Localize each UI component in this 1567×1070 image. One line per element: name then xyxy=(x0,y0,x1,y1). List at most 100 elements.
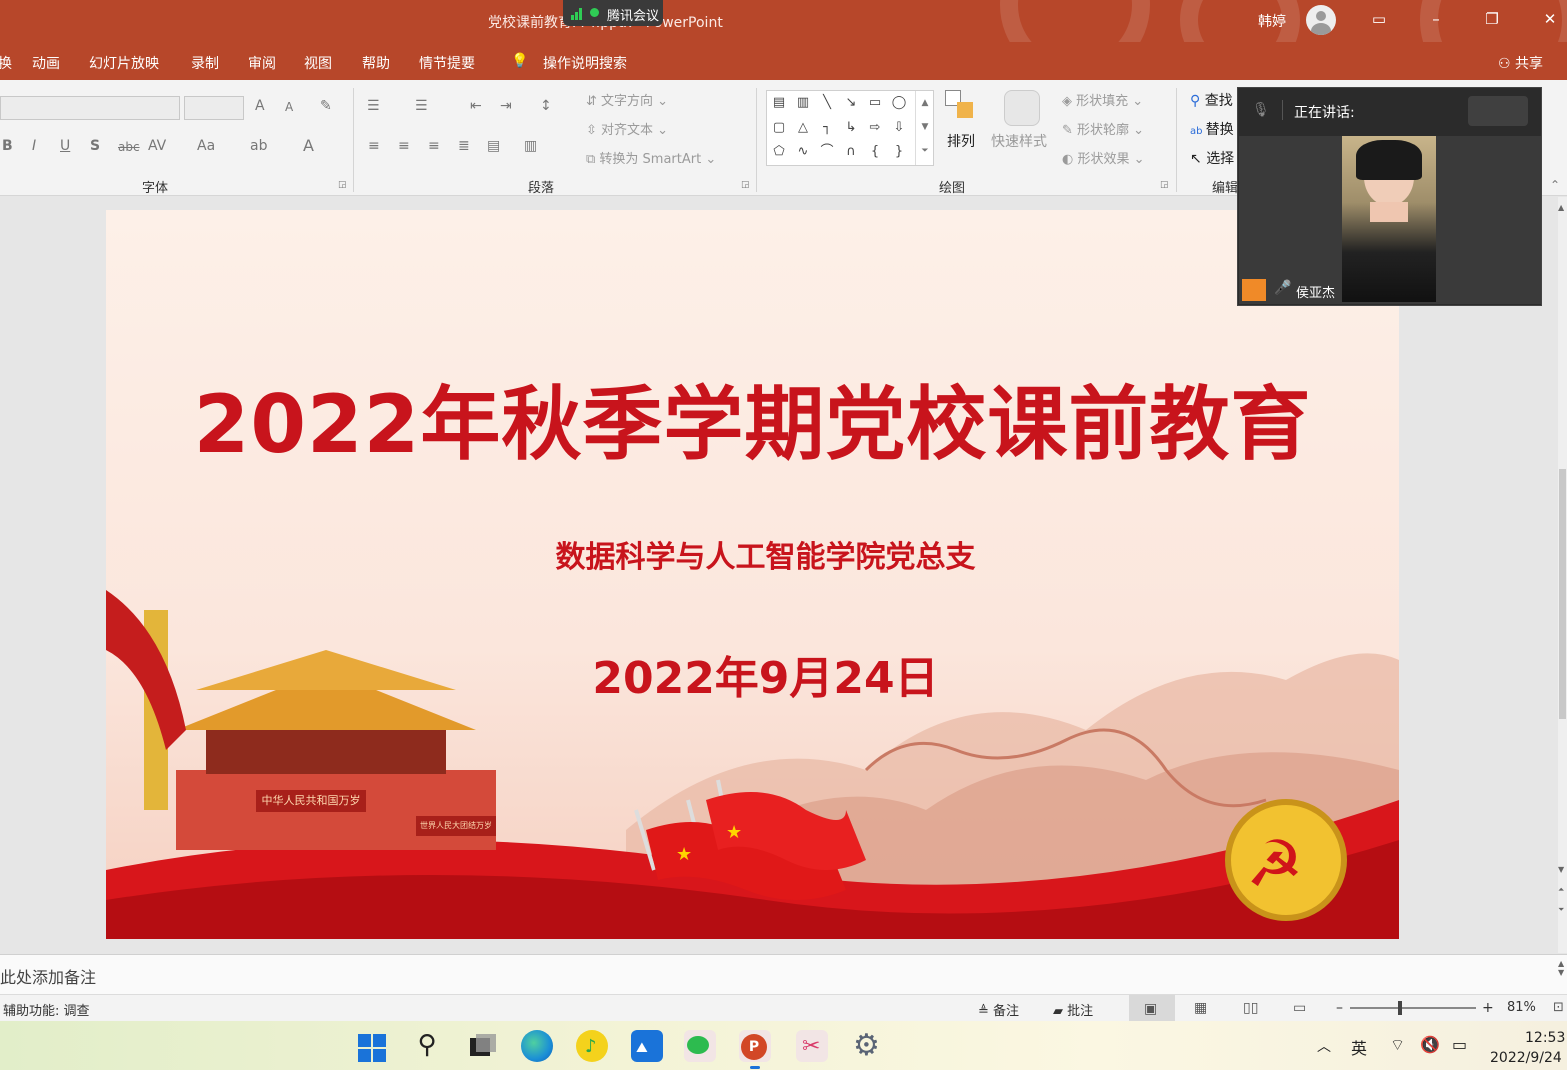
shape-fill-button[interactable]: ◈ 形状填充 ⌄ xyxy=(1062,90,1143,109)
meeting-video-panel[interactable]: 🎙 正在讲话: 🎤 侯亚杰 xyxy=(1237,87,1542,306)
slide-date[interactable]: 2022年9月24日 xyxy=(106,642,1399,706)
dialog-launcher-icon[interactable]: ◲ xyxy=(1160,180,1169,190)
shape-outline-button[interactable]: ✎ 形状轮廓 ⌄ xyxy=(1062,119,1144,138)
arc-shape-icon[interactable]: ⌒ xyxy=(817,143,837,161)
tell-me-search[interactable]: 操作说明搜索 xyxy=(543,53,627,73)
tab-help[interactable]: 帮助 xyxy=(362,53,390,73)
dialog-launcher-icon[interactable]: ◲ xyxy=(338,180,347,190)
font-color-icon[interactable]: A xyxy=(303,136,314,155)
zoom-out-button[interactable]: – xyxy=(1336,1000,1343,1016)
wifi-icon[interactable]: ⌔ xyxy=(1390,1035,1405,1055)
shape-effects-button[interactable]: ◐ 形状效果 ⌄ xyxy=(1062,148,1145,167)
zoom-level[interactable]: 81% xyxy=(1507,1000,1536,1015)
font-name-combo[interactable] xyxy=(0,96,180,120)
powerpoint-icon[interactable]: P xyxy=(739,1030,771,1062)
change-case-icon[interactable]: Aa xyxy=(197,138,215,154)
tab-record[interactable]: 录制 xyxy=(191,53,219,73)
align-left-icon[interactable]: ≡ xyxy=(368,138,380,154)
notes-scroll-icon[interactable]: ▲ ▼ xyxy=(1558,959,1564,977)
underline-icon[interactable]: U xyxy=(60,138,70,154)
tab-view[interactable]: 视图 xyxy=(304,53,332,73)
tab-transitions[interactable]: 换 xyxy=(0,53,12,73)
right-arrow-shape-icon[interactable]: ⇨ xyxy=(865,119,885,137)
slide-title[interactable]: 2022年秋季学期党校课前教育 xyxy=(106,360,1399,476)
close-button[interactable]: ✕ xyxy=(1537,8,1563,32)
previous-slide-icon[interactable]: ⏶ xyxy=(1558,885,1564,895)
find-button[interactable]: ⚲ 查找 xyxy=(1190,90,1233,110)
arrange-icon[interactable] xyxy=(945,90,979,124)
normal-view-button[interactable]: ▣ xyxy=(1129,995,1175,1021)
edge-icon[interactable] xyxy=(521,1030,553,1062)
reading-view-icon[interactable]: ▯▯ xyxy=(1243,1000,1258,1016)
mic-muted-icon[interactable]: 🎙 xyxy=(1252,102,1270,118)
freeform-shape-icon[interactable]: ⬠ xyxy=(769,143,789,161)
text-shadow-icon[interactable]: S xyxy=(90,138,100,154)
music-icon[interactable]: ♪ xyxy=(576,1030,608,1062)
avatar[interactable] xyxy=(1306,5,1336,35)
search-icon[interactable]: ⚲ xyxy=(411,1030,443,1062)
decrease-indent-icon[interactable]: ⇤ xyxy=(470,98,482,114)
elbow-arrow-shape-icon[interactable]: ↳ xyxy=(841,119,861,137)
increase-indent-icon[interactable]: ⇥ xyxy=(500,98,512,114)
line-spacing-icon[interactable]: ↕ xyxy=(540,98,552,114)
convert-smartart-button[interactable]: ⧉ 转换为 SmartArt ⌄ xyxy=(586,148,716,167)
rounded-rect-shape-icon[interactable]: ▢ xyxy=(769,119,789,137)
next-slide-icon[interactable]: ⏷ xyxy=(1558,905,1564,915)
font-size-combo[interactable] xyxy=(184,96,244,120)
arrow-line-shape-icon[interactable]: ↘ xyxy=(841,94,861,112)
slide-subtitle[interactable]: 数据科学与人工智能学院党总支 xyxy=(106,532,1399,576)
fit-slide-icon[interactable]: ⊡ xyxy=(1553,1000,1564,1015)
right-brace-shape-icon[interactable]: } xyxy=(889,143,909,161)
collapse-ribbon-icon[interactable]: ⌃ xyxy=(1550,178,1560,192)
connector-shape-icon[interactable]: ┐ xyxy=(817,119,837,137)
select-button[interactable]: ↖ 选择 xyxy=(1190,148,1234,168)
curve-shape-icon[interactable]: ∩ xyxy=(841,143,861,161)
scroll-up-icon[interactable]: ▲ xyxy=(1558,203,1564,212)
task-view-icon[interactable] xyxy=(466,1030,498,1062)
settings-icon[interactable]: ⚙ xyxy=(851,1028,883,1063)
scroll-thumb[interactable] xyxy=(1559,469,1566,719)
accessibility-status[interactable]: 辅助功能: 调查 xyxy=(3,1000,90,1019)
meeting-indicator[interactable]: 腾讯会议 xyxy=(563,0,663,26)
shrink-font-icon[interactable]: A xyxy=(285,100,293,114)
align-text-button[interactable]: ⇳ 对齐文本 ⌄ xyxy=(586,119,668,138)
clear-formatting-icon[interactable]: ✎ xyxy=(320,98,332,114)
notes-toggle[interactable]: ≜ 备注 xyxy=(978,1000,1019,1019)
photos-icon[interactable]: ⛰ xyxy=(631,1030,663,1062)
comments-toggle[interactable]: ▰ 批注 xyxy=(1053,1000,1093,1019)
align-center-icon[interactable]: ≡ xyxy=(398,138,410,154)
clock-time[interactable]: 12:53 xyxy=(1525,1030,1565,1046)
tab-review[interactable]: 审阅 xyxy=(248,53,276,73)
wechat-icon[interactable] xyxy=(684,1030,716,1062)
minimize-button[interactable]: – xyxy=(1423,8,1449,32)
character-spacing-icon[interactable]: AV xyxy=(148,138,166,154)
slide-sorter-icon[interactable]: ▦ xyxy=(1194,1000,1207,1016)
vertical-textbox-shape-icon[interactable]: ▥ xyxy=(793,94,813,112)
line-shape-icon[interactable]: ╲ xyxy=(817,94,837,112)
columns-icon[interactable]: ▥ xyxy=(524,138,537,154)
dialog-launcher-icon[interactable]: ◲ xyxy=(741,180,750,190)
bullets-icon[interactable]: ☰ xyxy=(367,98,380,114)
down-arrow-shape-icon[interactable]: ⇩ xyxy=(889,119,909,137)
justify-icon[interactable]: ≣ xyxy=(458,138,470,154)
italic-icon[interactable]: I xyxy=(32,138,36,154)
zoom-slider-thumb[interactable] xyxy=(1398,1001,1402,1015)
account-name[interactable]: 韩婷 xyxy=(1258,11,1286,31)
slideshow-icon[interactable]: ▭ xyxy=(1293,1000,1306,1016)
zoom-slider[interactable] xyxy=(1350,1001,1476,1015)
scribble-shape-icon[interactable]: ∿ xyxy=(793,143,813,161)
oval-shape-icon[interactable]: ◯ xyxy=(889,94,909,112)
notes-pane[interactable]: 此处添加备注 ▲ ▼ xyxy=(0,954,1567,994)
battery-icon[interactable]: ▭ xyxy=(1452,1035,1467,1054)
zoom-in-button[interactable]: + xyxy=(1482,1000,1494,1016)
scroll-down-icon[interactable]: ▼ xyxy=(1558,865,1564,874)
ime-indicator[interactable]: 英 xyxy=(1351,1035,1367,1059)
distributed-icon[interactable]: ▤ xyxy=(487,138,500,154)
slide-canvas[interactable]: ★ ★ ☭ 2022年秋季学期党校课前教育 数据科学与人工智能学院党总支 202… xyxy=(106,210,1399,939)
snipping-tool-icon[interactable]: ✂ xyxy=(796,1030,828,1062)
tab-animations[interactable]: 动画 xyxy=(32,53,60,73)
numbering-icon[interactable]: ☰ xyxy=(415,98,428,114)
show-hidden-icons[interactable]: ︿ xyxy=(1317,1036,1331,1056)
quick-styles-button[interactable]: 快速样式 xyxy=(991,131,1047,151)
triangle-shape-icon[interactable]: △ xyxy=(793,119,813,137)
